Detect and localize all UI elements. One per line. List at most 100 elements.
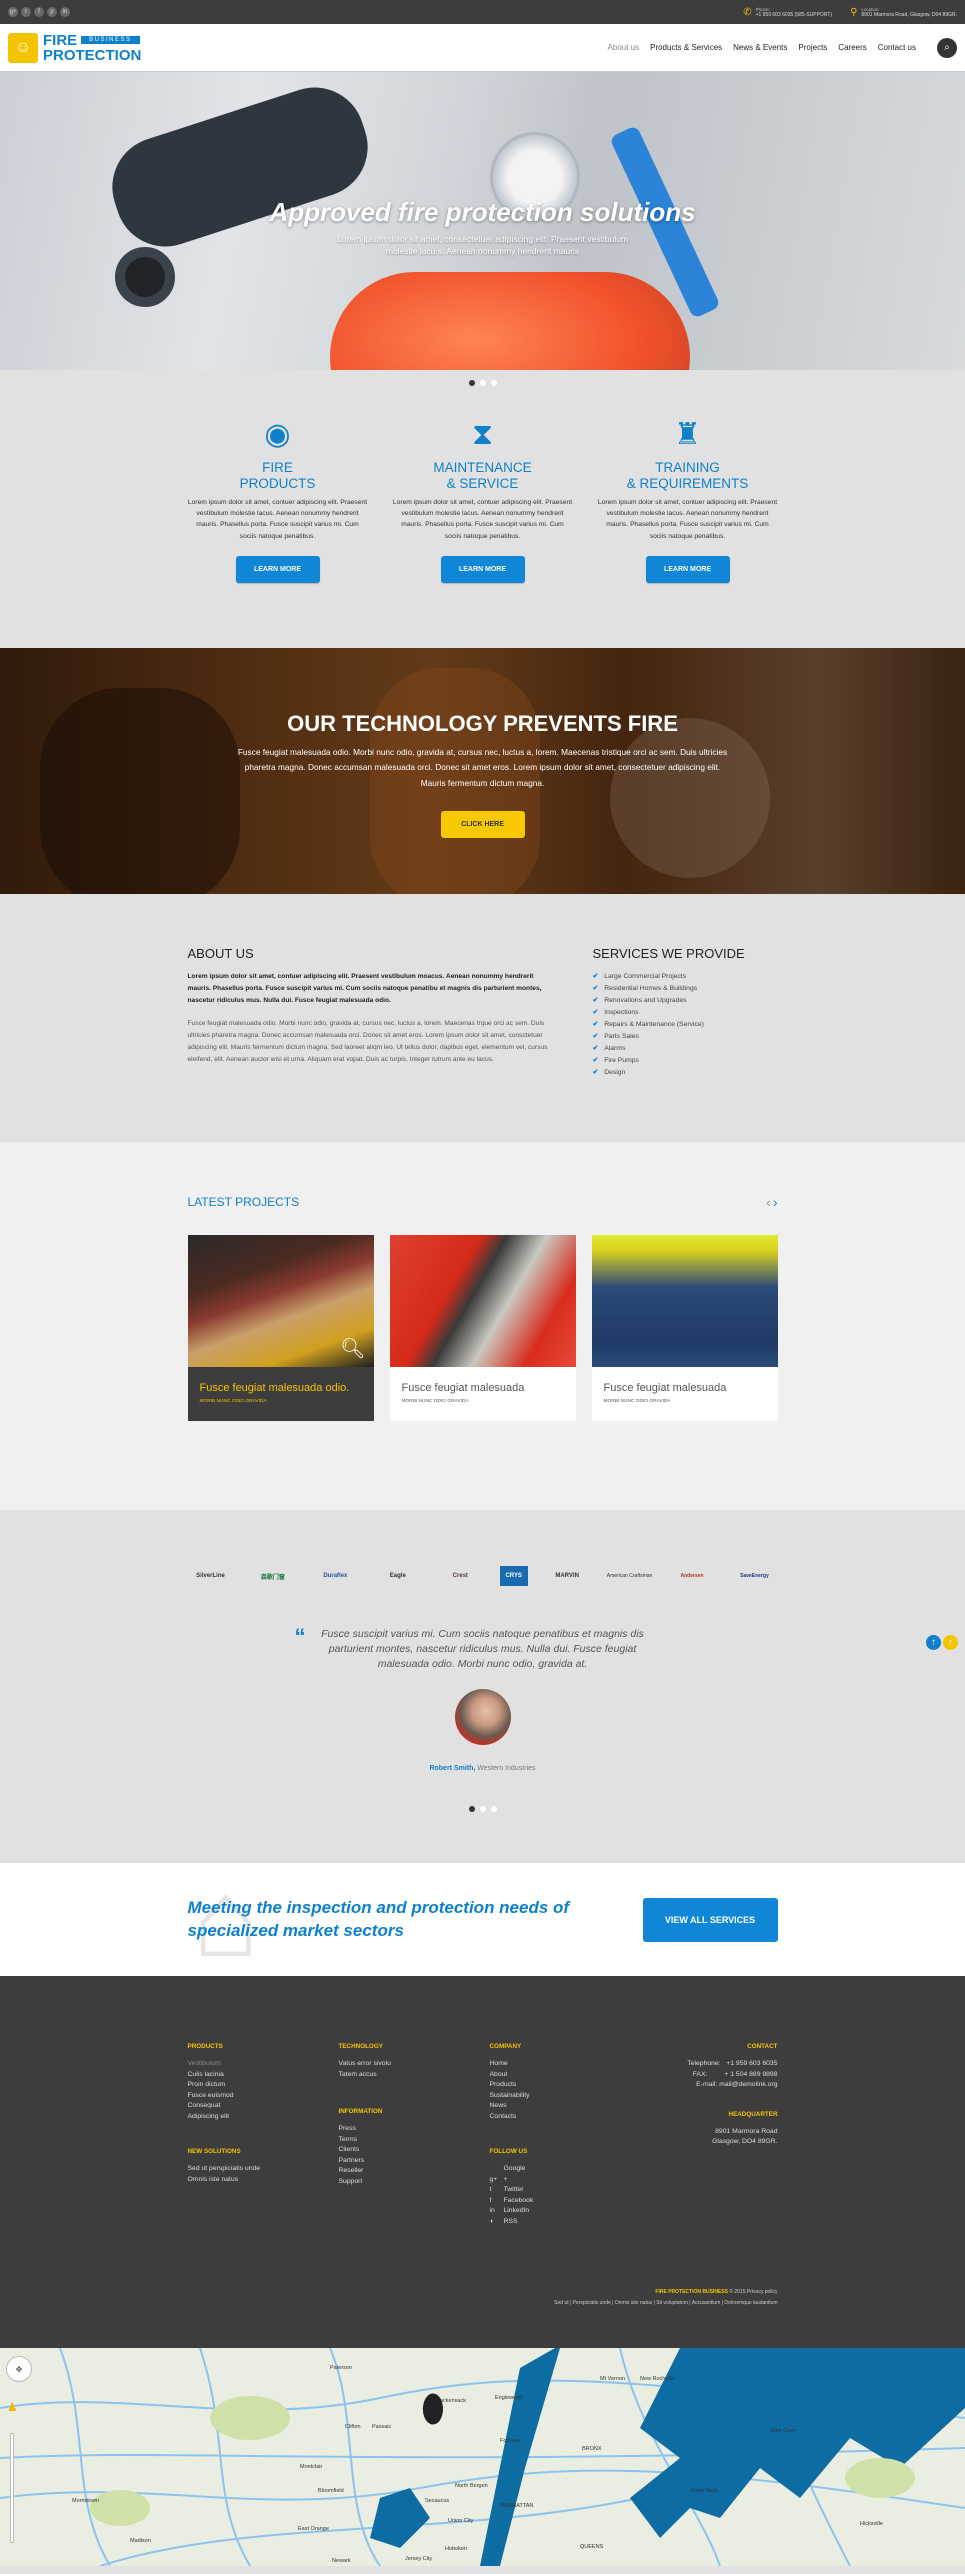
nav-products-services[interactable]: Products & Services: [650, 43, 722, 52]
footer-link[interactable]: Products: [490, 2080, 641, 2091]
footer-link[interactable]: Fusce euismod: [188, 2091, 339, 2102]
footer-heading: NEW SOLUTIONS: [187, 2148, 241, 2155]
partner-logo[interactable]: Duraflex: [312, 1566, 358, 1586]
carousel-prev-button[interactable]: ‹: [766, 1194, 771, 1210]
footer-social-rss[interactable]: ◗ RSS: [490, 2217, 641, 2228]
checkmark-icon: ✔: [592, 1033, 599, 1040]
map-label: Passaic: [372, 2424, 392, 2430]
footer-bottom-link[interactable]: Perspiciatis unde: [573, 2300, 611, 2306]
project-card[interactable]: Fusce feugiat malesuada MORBI NUNC ODIO …: [389, 1235, 576, 1421]
project-title: Fusce feugiat malesuada: [603, 1382, 727, 1394]
google-plus-icon[interactable]: g+: [8, 7, 18, 17]
project-title: Fusce feugiat malesuada odio.: [199, 1382, 350, 1394]
footer-link[interactable]: Tatem accus: [339, 2070, 490, 2081]
partner-logo[interactable]: SilverLine: [188, 1566, 234, 1586]
footer-link[interactable]: Culis lacinia: [188, 2070, 339, 2081]
footer-link[interactable]: Consequat: [188, 2101, 339, 2112]
partner-logo[interactable]: American Craftsman: [607, 1566, 653, 1586]
hq-address-line: Glasgow, DO4 89GR.: [712, 2138, 778, 2145]
footer-link[interactable]: About: [490, 2070, 641, 2081]
logo-business-badge: BUSINESS: [81, 36, 140, 44]
social-links: g+ t f p in: [8, 7, 70, 17]
partner-logo[interactable]: 森歌门窗: [250, 1566, 296, 1586]
footer-link[interactable]: Press: [339, 2124, 490, 2135]
twitter-icon[interactable]: t: [21, 7, 31, 17]
footer-social-twitter[interactable]: t Twitter: [490, 2185, 641, 2196]
list-item: ✔ Large Commercial Projects: [593, 971, 778, 983]
pinterest-icon[interactable]: p: [47, 7, 57, 17]
testimonial-dot-3[interactable]: [490, 1805, 497, 1812]
nav-careers[interactable]: Careers: [838, 43, 866, 52]
footer-link[interactable]: Adipiscing elit: [188, 2112, 339, 2123]
search-button[interactable]: ⌕: [937, 37, 957, 58]
footer-link[interactable]: Clients: [339, 2145, 490, 2156]
project-card[interactable]: 🔍︎ Fusce feugiat malesuada odio. MORBI N…: [187, 1235, 374, 1421]
footer-link[interactable]: Vestibulum: [188, 2059, 339, 2070]
avatar: [454, 1688, 511, 1745]
partner-logo[interactable]: MARVIN: [544, 1566, 590, 1586]
scroll-top-button[interactable]: ↑: [943, 1635, 958, 1650]
footer-link[interactable]: Vatus error sivolu: [339, 2059, 490, 2070]
footer-bottom-link[interactable]: Omnis iste natus: [615, 2300, 652, 2306]
email-link[interactable]: mail@demolink.org: [719, 2081, 777, 2088]
partner-logo[interactable]: Eagle: [375, 1566, 421, 1586]
linkedin-icon[interactable]: in: [60, 7, 70, 17]
footer-bottom-link[interactable]: Accusantium: [692, 2300, 721, 2306]
footer-link[interactable]: Omnis iste natus: [188, 2175, 339, 2186]
map-zoom-slider[interactable]: [10, 2433, 14, 2543]
slide-dot-3[interactable]: [490, 380, 497, 386]
footer-link[interactable]: Terms: [339, 2135, 490, 2146]
footer-link[interactable]: Reseller: [339, 2166, 490, 2177]
checkmark-icon: ✔: [592, 997, 599, 1004]
feature-title: PRODUCTS: [239, 476, 316, 492]
partner-logo[interactable]: Crest: [437, 1566, 483, 1586]
learn-more-button[interactable]: LEARN MORE: [235, 555, 320, 583]
footer-link[interactable]: News: [490, 2101, 641, 2112]
footer-link[interactable]: Partners: [339, 2156, 490, 2167]
click-here-button[interactable]: CLICK HERE: [440, 811, 525, 839]
footer-link[interactable]: Proin dictum: [188, 2080, 339, 2091]
footer-link[interactable]: Contacts: [490, 2112, 641, 2123]
carousel-next-button[interactable]: ›: [773, 1194, 778, 1210]
footer-link[interactable]: Home: [490, 2059, 641, 2070]
map-marker-icon[interactable]: ⬮: [421, 2388, 445, 2431]
partner-logos: SilverLine 森歌门窗 Duraflex Eagle Crest CRY…: [188, 1565, 778, 1587]
footer-link[interactable]: Sed ut perspiciatis unde: [188, 2164, 339, 2175]
slide-dot-2[interactable]: [479, 380, 486, 386]
footer-social-linkedin[interactable]: in LinkedIn: [490, 2206, 641, 2217]
nav-news-events[interactable]: News & Events: [733, 43, 787, 52]
partner-logo[interactable]: SaveEnergy: [731, 1566, 777, 1586]
footer-bottom-link[interactable]: Sed ut: [554, 2300, 568, 2306]
footer-social-google[interactable]: g+Google +: [490, 2164, 641, 2185]
facebook-icon[interactable]: f: [34, 7, 44, 17]
nav-projects[interactable]: Projects: [798, 43, 827, 52]
project-subtitle: MORBI NUNC ODIO GRAVIDA: [199, 1399, 267, 1404]
testimonial-dot-2[interactable]: [479, 1805, 486, 1812]
slide-dot-1[interactable]: [468, 380, 475, 386]
testimonial-dot-1[interactable]: [468, 1805, 475, 1812]
site-logo[interactable]: ☺ FIRE BUSINESS PROTECTION: [8, 31, 141, 63]
footer-link[interactable]: Support: [339, 2177, 490, 2188]
view-all-services-button[interactable]: VIEW ALL SERVICES: [642, 1897, 778, 1942]
learn-more-button[interactable]: LEARN MORE: [645, 555, 730, 583]
map-pan-control[interactable]: ✥: [6, 2356, 32, 2382]
arrow-up-icon: ↑: [931, 1637, 936, 1648]
partner-logo[interactable]: CRYS: [499, 1566, 528, 1586]
project-card[interactable]: Fusce feugiat malesuada MORBI NUNC ODIO …: [591, 1235, 778, 1421]
privacy-policy-link[interactable]: Privacy policy: [747, 2289, 778, 2295]
copyright-brand: FIRE PROTECTION BUSINESS: [655, 2289, 728, 2295]
feature-text: Lorem ipsum dolor sit amet, contuer adip…: [597, 499, 778, 540]
logo-fire-text: FIRE: [43, 31, 78, 49]
top-contacts: ✆ Phone: +1 959 603 6035 (585-SUPPORT) ⚲…: [743, 7, 957, 18]
footer-link[interactable]: Sustainability: [490, 2091, 641, 2102]
footer-bottom-link[interactable]: Doloremque laudantium: [724, 2300, 777, 2306]
learn-more-button[interactable]: LEARN MORE: [440, 555, 525, 583]
footer-social-facebook[interactable]: f Facebook: [490, 2196, 641, 2207]
footer-bottom-link[interactable]: Sit voluptatem: [656, 2300, 688, 2306]
scroll-top-button[interactable]: ↑: [926, 1635, 941, 1650]
partner-logo[interactable]: Andersen: [669, 1566, 715, 1586]
nav-contact-us[interactable]: Contact us: [878, 43, 916, 52]
location-map[interactable]: Paterson Clifton Passaic Hackensack Engl…: [0, 2348, 965, 2566]
street-view-pegman-icon[interactable]: ♟: [7, 2400, 18, 2414]
nav-about-us[interactable]: About us: [608, 43, 640, 52]
